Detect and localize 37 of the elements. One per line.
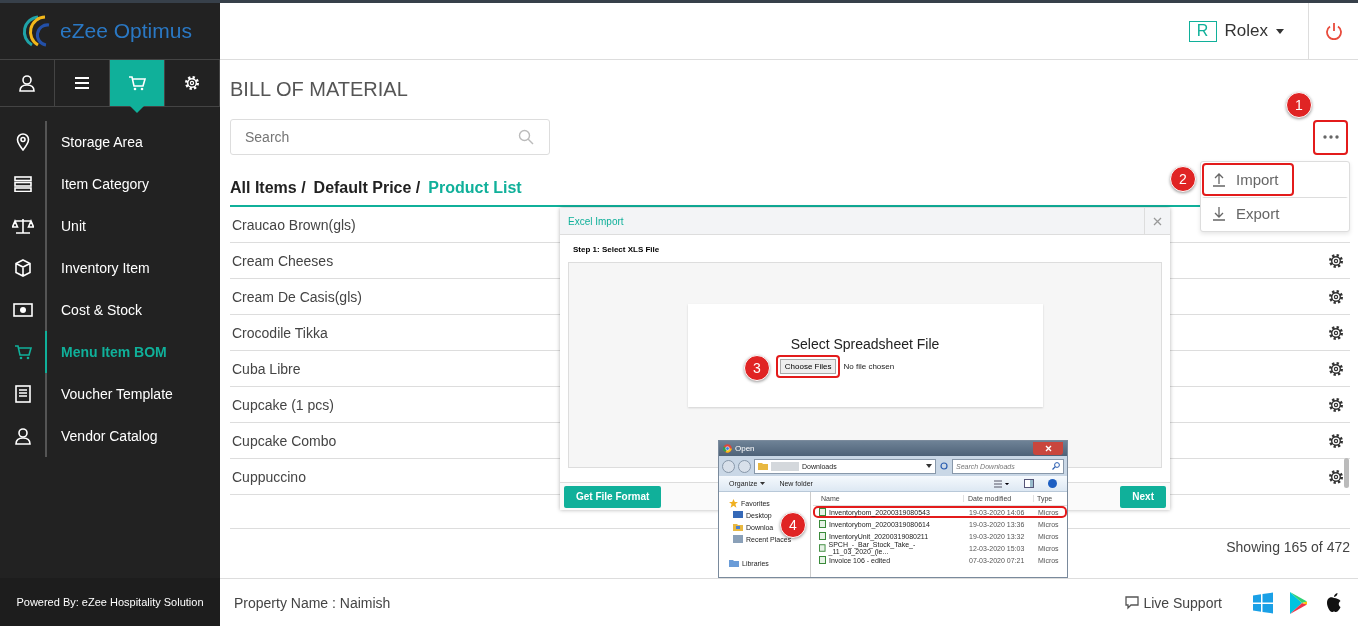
choose-files-button[interactable]: Choose Files (779, 359, 837, 374)
product-name[interactable]: Cupcake Combo (232, 432, 337, 449)
product-name[interactable]: Craucao Brown(gls) (232, 216, 356, 233)
sidebar-item[interactable]: Menu Item BOM (45, 331, 167, 373)
window-title: Open (735, 444, 755, 453)
product-name[interactable]: Cream Cheeses (232, 252, 334, 269)
property-name: Property Name : Naimish (234, 594, 391, 611)
page-title: BILL OF MATERIAL (230, 78, 409, 102)
product-name[interactable]: Cupcake (1 pcs) (232, 396, 334, 413)
sidebar-item[interactable]: Storage Area (45, 121, 143, 163)
breadcrumb-link[interactable]: All Items / (230, 179, 306, 197)
search-field[interactable]: Search (230, 119, 550, 155)
product-name[interactable]: Cream De Casis(gls) (232, 288, 362, 305)
dialog-title: Excel Import (567, 215, 624, 227)
product-name[interactable]: Cuba Libre (232, 360, 301, 377)
sidebar-item[interactable]: Item Category (45, 163, 149, 205)
step-label: Step 1: Select XLS File (572, 244, 661, 256)
product-name[interactable]: Crocodile Tikka (232, 324, 328, 341)
step-badge: 2 (1170, 166, 1196, 192)
menu-item[interactable]: Import (1202, 163, 1294, 196)
sidebar-item[interactable]: Cost & Stock (45, 289, 142, 331)
sidebar-item[interactable]: Vendor Catalog (45, 415, 158, 457)
user-name[interactable]: Rolex (1224, 21, 1268, 41)
sidebar-item[interactable]: Unit (45, 205, 86, 247)
upload-heading: Select Spreadsheet File (790, 336, 940, 352)
sidebar-item[interactable]: Voucher Template (45, 373, 173, 415)
menu-item[interactable]: Export (1202, 197, 1348, 230)
live-support-link[interactable]: Live Support (1125, 594, 1222, 611)
brand-name: eZee Optimus (60, 19, 192, 43)
breadcrumb-link[interactable]: Default Price / (313, 179, 421, 197)
record-count: Showing 165 of 472 (1226, 539, 1350, 555)
product-name[interactable]: Cuppuccino (232, 468, 306, 485)
user-initial: R (1188, 20, 1217, 42)
step-badge: 1 (1286, 92, 1312, 118)
sidebar-item[interactable]: Inventory Item (45, 247, 150, 289)
file-status: No file chosen (843, 362, 895, 371)
powered-by-text: Powered By: eZee Hospitality Solution (0, 578, 220, 626)
